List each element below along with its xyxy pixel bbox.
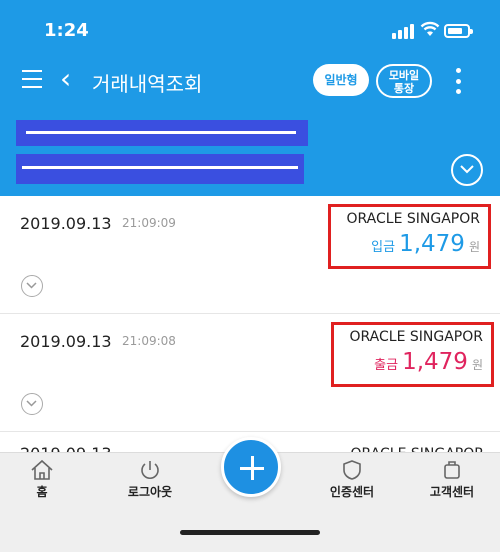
- wifi-icon: [420, 21, 440, 36]
- tab-auth-center-label: 인증센터: [329, 485, 375, 499]
- tab-auth-center[interactable]: 인증센터: [312, 453, 392, 500]
- account-name-redacted: [16, 120, 308, 146]
- transaction-amount-value: 1,479: [399, 231, 465, 257]
- home-indicator: [180, 530, 320, 535]
- transaction-time: 21:09:09: [122, 216, 176, 230]
- transaction-amount-value: 1,479: [402, 349, 468, 375]
- menu-icon[interactable]: [22, 70, 42, 88]
- account-number-redacted: [16, 154, 304, 184]
- battery-icon: [444, 24, 473, 38]
- tab-customer-center[interactable]: 고객센터: [412, 453, 492, 500]
- transaction-date: 2019.09.13: [20, 214, 112, 233]
- transaction-time: 21:09:08: [122, 334, 176, 348]
- tab-customer-center-label: 고객센터: [429, 485, 475, 499]
- currency-unit: 원: [468, 240, 480, 254]
- power-icon: [141, 461, 159, 479]
- transaction-type: 입금: [371, 240, 396, 255]
- headset-icon: [444, 461, 460, 479]
- transaction-type: 출금: [374, 358, 399, 373]
- transaction-amount: 출금 1,479 원: [374, 349, 483, 375]
- transaction-date: 2019.09.13: [20, 332, 112, 351]
- transaction-merchant: ORACLE SINGAPOR: [346, 211, 481, 227]
- transaction-amount: 입금 1,479 원: [371, 231, 480, 257]
- tab-home[interactable]: 홈: [2, 453, 82, 500]
- account-expand-icon[interactable]: [451, 154, 483, 186]
- home-icon: [31, 459, 53, 480]
- transaction-row[interactable]: 2019.09.13 21:09:08 ORACLE SINGAPOR 출금 1…: [0, 314, 500, 432]
- quick-menu-plus-button[interactable]: [221, 437, 281, 497]
- status-bar: 1:24: [0, 0, 500, 56]
- expand-details-icon[interactable]: [21, 393, 43, 415]
- bottom-navigation: 홈 로그아웃 인증센터 고객센터: [0, 437, 500, 552]
- status-time: 1:24: [44, 20, 89, 41]
- back-icon[interactable]: ‹: [60, 64, 71, 94]
- shield-icon: [343, 460, 361, 480]
- tab-home-label: 홈: [36, 485, 48, 499]
- tab-logout[interactable]: 로그아웃: [110, 453, 190, 500]
- signal-icon: [392, 24, 414, 39]
- mobile-passbook-label-1: 모바일: [388, 69, 420, 82]
- expand-details-icon[interactable]: [21, 275, 43, 297]
- general-view-button[interactable]: 일반형: [313, 64, 369, 96]
- highlight-box: ORACLE SINGAPOR 입금 1,479 원: [328, 204, 491, 269]
- top-navigation: ‹ 거래내역조회 일반형 모바일 통장: [0, 56, 500, 106]
- header-background: 1:24 ‹ 거래내역조회 일반형 모바일 통장: [0, 0, 500, 196]
- highlight-box: ORACLE SINGAPOR 출금 1,479 원: [331, 322, 494, 387]
- more-options-icon[interactable]: [456, 68, 462, 94]
- page-title: 거래내역조회: [92, 72, 203, 96]
- tab-logout-label: 로그아웃: [127, 485, 173, 499]
- transaction-row[interactable]: 2019.09.13 21:09:09 ORACLE SINGAPOR 입금 1…: [0, 196, 500, 314]
- transaction-merchant: ORACLE SINGAPOR: [349, 329, 484, 345]
- currency-unit: 원: [471, 358, 483, 372]
- mobile-passbook-button[interactable]: 모바일 통장: [376, 64, 432, 98]
- mobile-passbook-label-2: 통장: [393, 82, 415, 95]
- account-info: [0, 106, 500, 196]
